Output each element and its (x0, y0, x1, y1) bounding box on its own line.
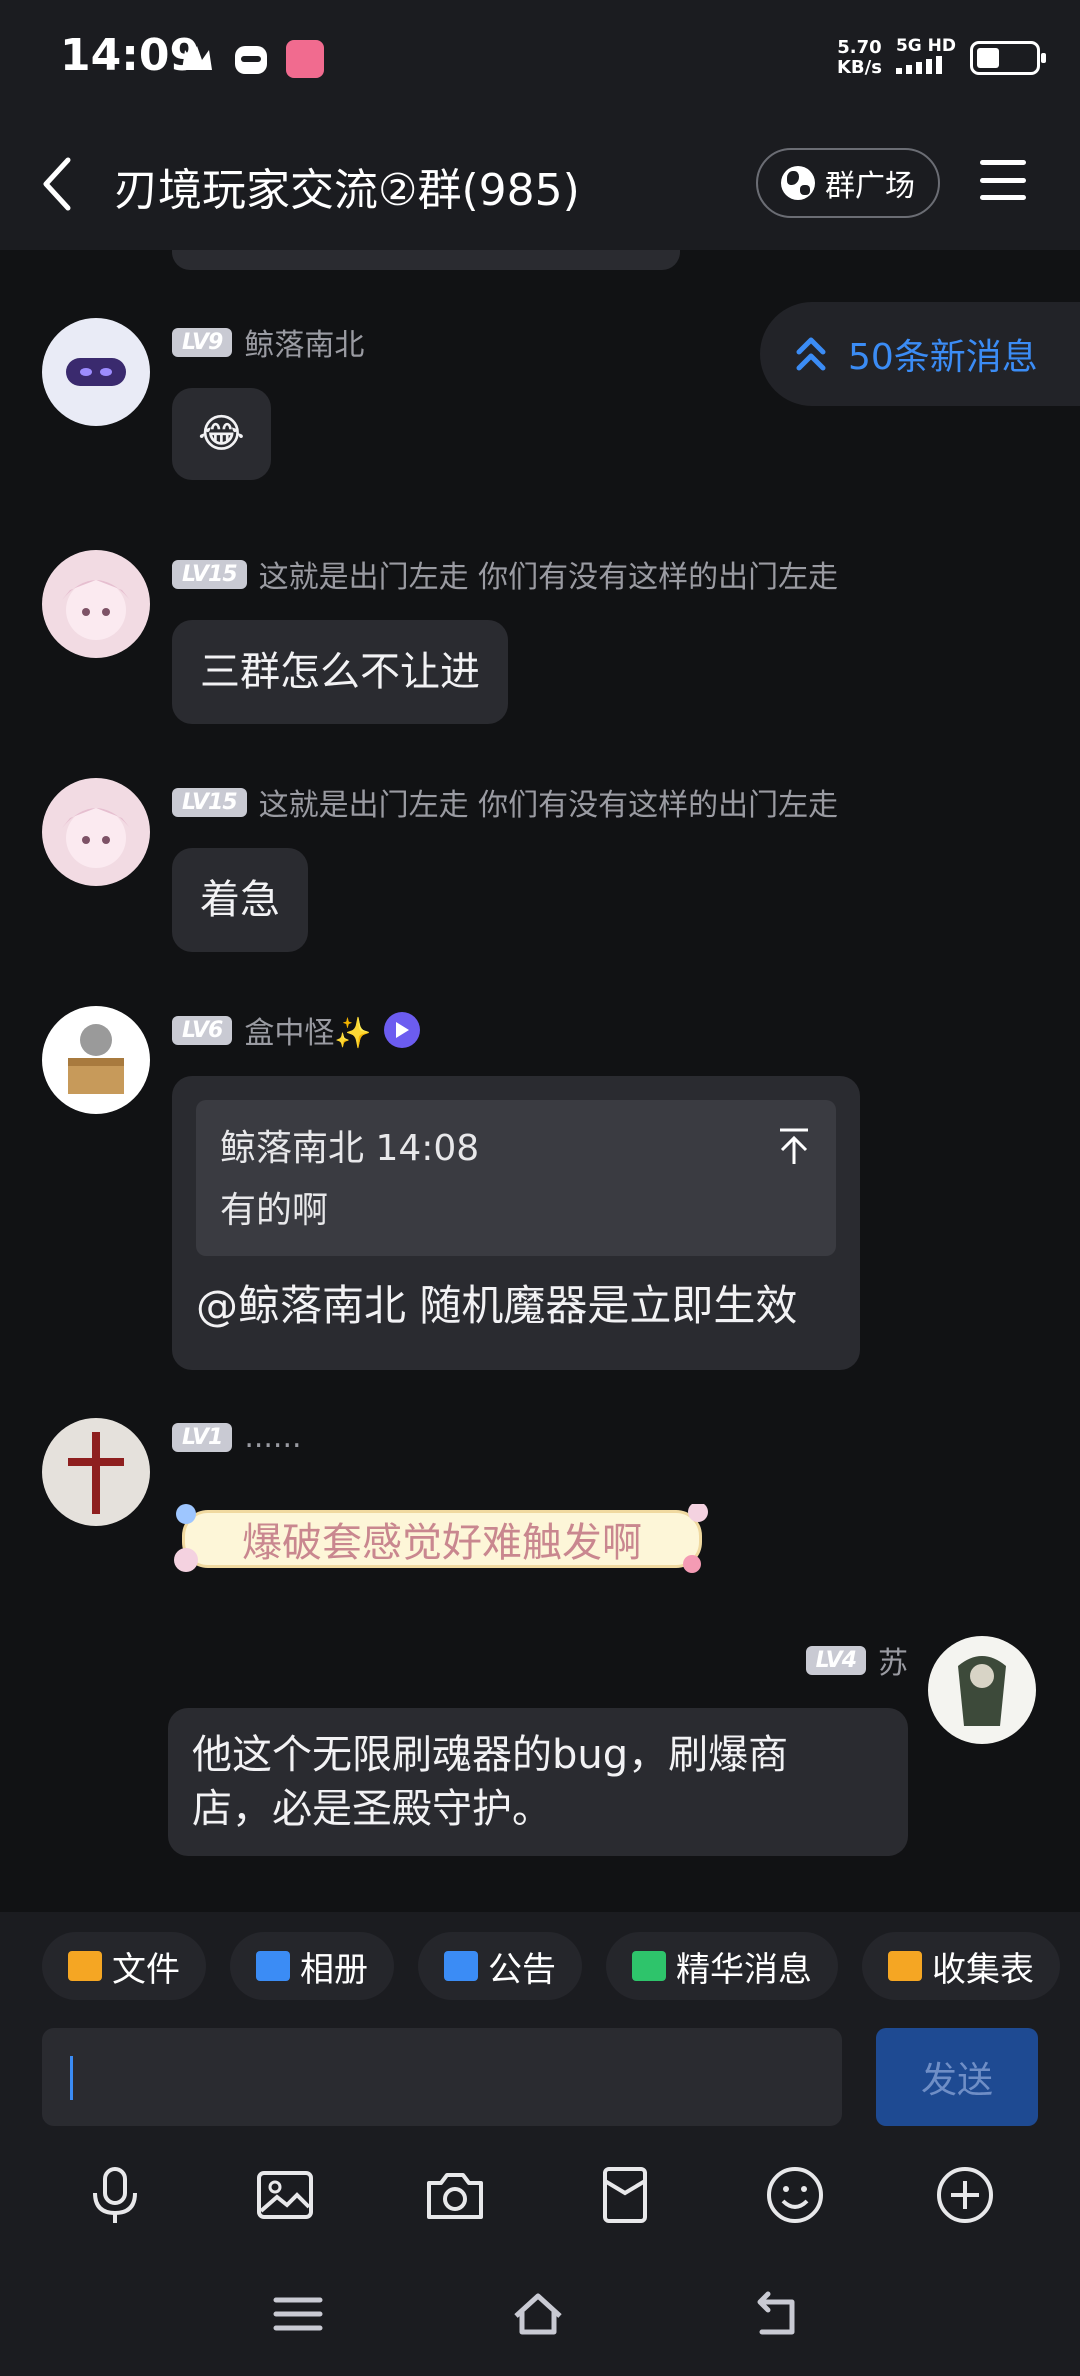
shortcut-form[interactable]: 收集表 (862, 1932, 1060, 2000)
message-input[interactable] (42, 2028, 842, 2126)
menu-button[interactable] (980, 160, 1026, 200)
quote-text: 有的啊 (220, 1190, 329, 1231)
clipboard-icon (888, 1951, 922, 1981)
bilibili-app-icon (286, 40, 324, 78)
text-caret (70, 2056, 73, 2100)
new-messages-button[interactable]: 50条新消息 (760, 302, 1080, 406)
message-list[interactable]: LV9 鲸落南北 😂 50条新消息 LV15 这就是出门左走 你们有没有这样的出… (0, 250, 1080, 1912)
message-text: @鲸落南北 随机魔器是立即生效 (196, 1281, 798, 1330)
speed-value: 5.70 (837, 36, 882, 58)
message-text: 着急 (200, 877, 280, 923)
avatar[interactable] (42, 1418, 150, 1526)
jump-to-top-icon[interactable] (776, 1126, 812, 1166)
essence-message-icon (632, 1951, 666, 1981)
sender-name: ...... (244, 1420, 302, 1455)
level-badge: LV9 (172, 327, 233, 357)
red-packet-icon[interactable] (593, 2163, 657, 2227)
avatar[interactable] (42, 550, 150, 658)
back-nav-icon[interactable] (752, 2290, 804, 2338)
recent-apps-icon[interactable] (272, 2290, 324, 2338)
sender-name: 鲸落南北 (244, 328, 365, 363)
message-text-line: 店，必是圣殿守护。 (192, 1786, 552, 1832)
level-badge: LV15 (172, 787, 247, 817)
announcement-icon (444, 1951, 478, 1981)
message-bubble[interactable]: 三群怎么不让进 (172, 620, 508, 724)
avatar[interactable] (42, 778, 150, 886)
group-plaza-label: 群广场 (825, 169, 915, 204)
microphone-icon[interactable] (83, 2163, 147, 2227)
level-badge: LV6 (172, 1015, 233, 1045)
crown-icon (178, 40, 216, 78)
message-bubble[interactable]: 他这个无限刷魂器的bug，刷爆商 店，必是圣殿守护。 (168, 1708, 908, 1856)
message-text: 三群怎么不让进 (200, 649, 480, 695)
sender-name: 苏 (878, 1646, 908, 1681)
message-text-line: 他这个无限刷魂器的bug，刷爆商 (192, 1732, 789, 1778)
speed-unit: KB/s (836, 56, 882, 78)
cat-app-icon (232, 40, 270, 78)
group-plaza-button[interactable]: 群广场 (756, 148, 940, 218)
system-navigation-bar (0, 2254, 1080, 2376)
album-icon (256, 1951, 290, 1981)
shortcut-essence[interactable]: 精华消息 (606, 1932, 838, 2000)
sender-name: 盒中怪✨ (244, 1016, 372, 1051)
send-button[interactable]: 发送 (876, 2028, 1038, 2126)
avatar[interactable] (42, 1006, 150, 1114)
camera-icon[interactable] (423, 2163, 487, 2227)
network-indicator: 5G HD (895, 36, 956, 79)
previous-message-bubble (172, 250, 680, 270)
decoration-stickers (174, 1504, 708, 1573)
decorated-message-bubble[interactable]: 爆破套感觉好难触发啊 (172, 1504, 712, 1574)
quote-header: 鲸落南北 14:08 (220, 1128, 480, 1169)
plus-icon[interactable] (933, 2163, 997, 2227)
shortcut-files[interactable]: 文件 (42, 1932, 206, 2000)
input-bar: 发送 (0, 2020, 1080, 2136)
battery-icon (970, 40, 1046, 75)
chat-header: 刃境玩家交流②群(985) 群广场 (0, 120, 1080, 250)
sender-name: 这就是出门左走 你们有没有这样的出门左走 (258, 560, 839, 595)
level-badge: LV1 (172, 1423, 233, 1452)
home-icon[interactable] (512, 2290, 564, 2338)
back-button[interactable] (36, 154, 80, 214)
status-notification-icons (178, 40, 324, 78)
play-badge-icon (383, 1012, 420, 1048)
globe-icon (781, 166, 815, 200)
avatar[interactable] (928, 1636, 1036, 1744)
folder-icon (68, 1951, 102, 1981)
new-messages-label: 50条新消息 (848, 337, 1038, 378)
avatar[interactable] (42, 318, 150, 426)
sender-name: 这就是出门左走 你们有没有这样的出门左走 (258, 788, 839, 823)
shortcut-announcement[interactable]: 公告 (418, 1932, 582, 2000)
message-bubble[interactable]: 😂 (172, 388, 271, 480)
image-icon[interactable] (253, 2163, 317, 2227)
emoji-icon[interactable] (763, 2163, 827, 2227)
level-badge: LV15 (172, 559, 247, 589)
quoted-message[interactable]: 鲸落南北 14:08 有的啊 (196, 1100, 836, 1256)
signal-icon (895, 56, 942, 74)
message-bubble[interactable]: 着急 (172, 848, 308, 952)
double-chevron-up-icon (796, 337, 826, 371)
input-toolbar (0, 2136, 1080, 2254)
shortcut-bar: 文件 相册 公告 精华消息 收集表 (0, 1912, 1080, 2020)
status-bar: 14:09 5.70 KB/s 5G HD (0, 0, 1080, 120)
message-bubble[interactable]: 鲸落南北 14:08 有的啊 @鲸落南北 随机魔器是立即生效 (172, 1076, 860, 1370)
group-title: 刃境玩家交流②群(985) (114, 165, 580, 216)
level-badge: LV4 (805, 1645, 866, 1675)
chevron-left-icon (43, 157, 71, 211)
shortcut-album[interactable]: 相册 (230, 1932, 394, 2000)
message-text: 😂 (198, 411, 245, 457)
